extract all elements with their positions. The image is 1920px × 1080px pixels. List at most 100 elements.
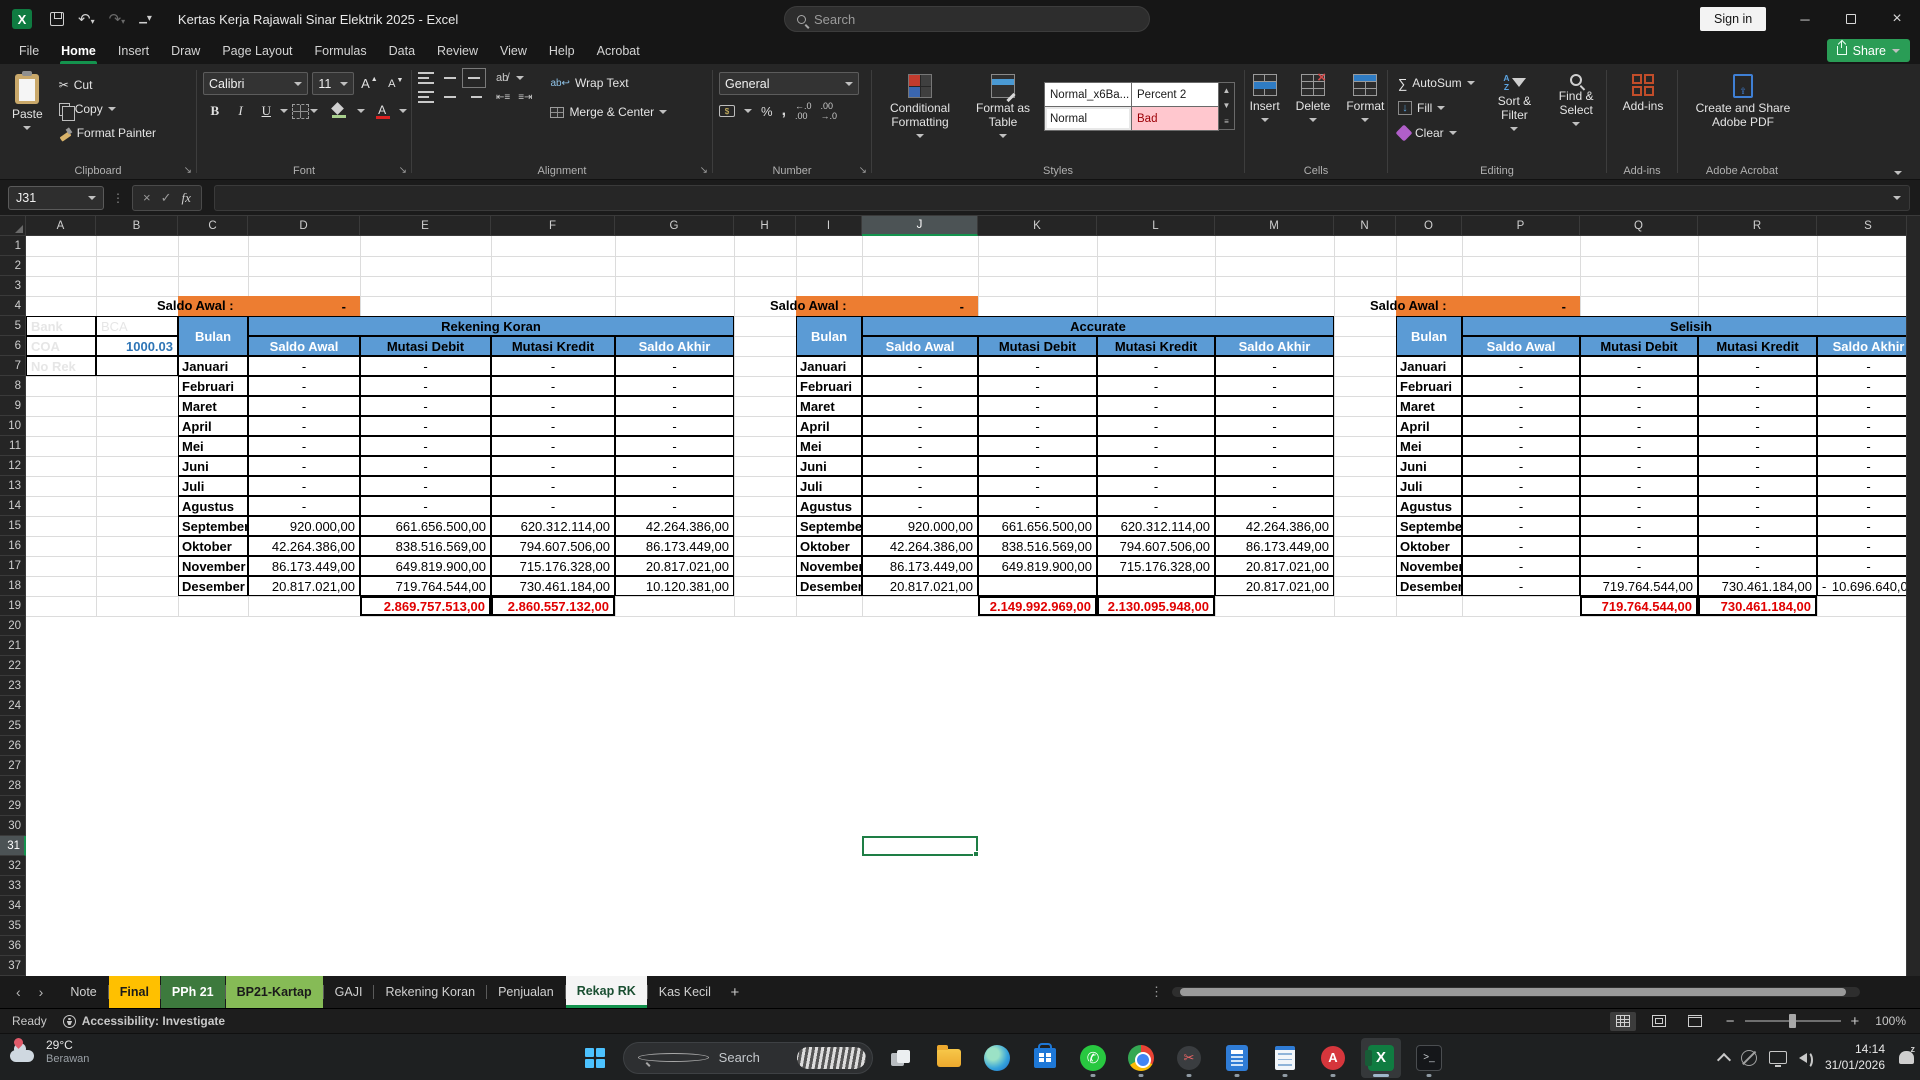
prev-sheet-icon[interactable]: ‹ bbox=[16, 984, 21, 1000]
cell-M7[interactable]: - bbox=[1215, 356, 1334, 376]
style-chip-normal[interactable]: Normal bbox=[1045, 107, 1131, 130]
decrease-indent-icon[interactable]: ⇤≡ bbox=[496, 92, 510, 103]
row-header-32[interactable]: 32 bbox=[0, 856, 26, 876]
column-header-mutasi-kredit-1[interactable]: Mutasi Kredit bbox=[491, 336, 615, 356]
add-sheet-button[interactable]: + bbox=[722, 976, 748, 1008]
cell-F17[interactable]: 715.176.328,00 bbox=[491, 556, 615, 576]
page-break-view-button[interactable] bbox=[1682, 1012, 1708, 1031]
cell-F18[interactable]: 730.461.184,00 bbox=[491, 576, 615, 596]
ribbon-tab-view[interactable]: View bbox=[489, 38, 538, 64]
cell-S16[interactable]: - bbox=[1817, 536, 1920, 556]
row-header-30[interactable]: 30 bbox=[0, 816, 26, 836]
horizontal-scrollbar-thumb[interactable] bbox=[1180, 988, 1846, 996]
cell-C11[interactable]: Mei bbox=[178, 436, 248, 456]
font-family-select[interactable]: Calibri bbox=[203, 72, 308, 95]
alignment-dialog-launcher[interactable]: ↘ bbox=[700, 165, 708, 176]
column-header-saldo-awal-1[interactable]: Saldo Awal bbox=[248, 336, 360, 356]
cell-Q14[interactable]: - bbox=[1580, 496, 1698, 516]
increase-decimal-icon[interactable]: ←.0.00 bbox=[795, 101, 812, 121]
cell-E8[interactable]: - bbox=[360, 376, 491, 396]
cell-I16[interactable]: Oktober bbox=[796, 536, 862, 556]
zoom-in-button[interactable]: + bbox=[1851, 1013, 1860, 1030]
cell-K15[interactable]: 661.656.500,00 bbox=[978, 516, 1097, 536]
row-header-10[interactable]: 10 bbox=[0, 416, 26, 436]
sheet-tab-rekap-rk[interactable]: Rekap RK bbox=[566, 976, 647, 1008]
autosum-button[interactable]: ∑AutoSum bbox=[1394, 72, 1479, 94]
cell-C14[interactable]: Agustus bbox=[178, 496, 248, 516]
cell-J17[interactable]: 86.173.449,00 bbox=[862, 556, 978, 576]
cell-K16[interactable]: 838.516.569,00 bbox=[978, 536, 1097, 556]
grow-font-button[interactable]: A▲ bbox=[358, 73, 380, 95]
cell-L9[interactable]: - bbox=[1097, 396, 1215, 416]
cell-E10[interactable]: - bbox=[360, 416, 491, 436]
cell-M11[interactable]: - bbox=[1215, 436, 1334, 456]
undo-button[interactable]: ↶▾ bbox=[78, 12, 95, 27]
cell-S14[interactable]: - bbox=[1817, 496, 1920, 516]
row-header-36[interactable]: 36 bbox=[0, 936, 26, 956]
cell-O16[interactable]: Oktober bbox=[1396, 536, 1462, 556]
column-header-saldo-awal-3[interactable]: Saldo Awal bbox=[1462, 336, 1580, 356]
borders-button[interactable] bbox=[290, 100, 320, 122]
accounting-format-icon[interactable]: $ bbox=[719, 105, 735, 117]
column-header-saldo-akhir-3[interactable]: Saldo Akhir bbox=[1817, 336, 1920, 356]
cell-G14[interactable]: - bbox=[615, 496, 734, 516]
cell-F9[interactable]: - bbox=[491, 396, 615, 416]
cell-S15[interactable]: - bbox=[1817, 516, 1920, 536]
cell-R10[interactable]: - bbox=[1698, 416, 1817, 436]
cell-D18[interactable]: 20.817.021,00 bbox=[248, 576, 360, 596]
copy-button[interactable]: Copy bbox=[55, 98, 160, 120]
cell-S9[interactable]: - bbox=[1817, 396, 1920, 416]
cell-D13[interactable]: - bbox=[248, 476, 360, 496]
merge-center-button[interactable]: Merge & Center bbox=[546, 101, 671, 123]
shrink-font-button[interactable]: A▼ bbox=[385, 73, 407, 95]
cell-D17[interactable]: 86.173.449,00 bbox=[248, 556, 360, 576]
bulan-header-3[interactable]: Bulan bbox=[1396, 316, 1462, 356]
addins-button[interactable]: Add-ins bbox=[1613, 70, 1673, 118]
table-title-1[interactable]: Rekening Koran bbox=[248, 316, 734, 336]
ribbon-tab-acrobat[interactable]: Acrobat bbox=[586, 38, 651, 64]
zoom-out-button[interactable]: − bbox=[1726, 1013, 1735, 1030]
row-header-33[interactable]: 33 bbox=[0, 876, 26, 896]
clipboard-dialog-launcher[interactable]: ↘ bbox=[184, 165, 192, 176]
cell-M10[interactable]: - bbox=[1215, 416, 1334, 436]
total-kredit-2[interactable]: 2.130.095.948,00 bbox=[1097, 596, 1215, 616]
cell-K18[interactable] bbox=[978, 576, 1097, 596]
conditional-formatting-button[interactable]: Conditional Formatting bbox=[878, 70, 962, 142]
cell-J13[interactable]: - bbox=[862, 476, 978, 496]
row-header-1[interactable]: 1 bbox=[0, 236, 26, 256]
cell-P8[interactable]: - bbox=[1462, 376, 1580, 396]
normal-view-button[interactable] bbox=[1610, 1012, 1636, 1031]
cell-Q10[interactable]: - bbox=[1580, 416, 1698, 436]
cell-G11[interactable]: - bbox=[615, 436, 734, 456]
cell-J15[interactable]: 920.000,00 bbox=[862, 516, 978, 536]
cell-F7[interactable]: - bbox=[491, 356, 615, 376]
cell-E7[interactable]: - bbox=[360, 356, 491, 376]
column-header-I[interactable]: I bbox=[796, 216, 862, 236]
cell-J8[interactable]: - bbox=[862, 376, 978, 396]
cell-R12[interactable]: - bbox=[1698, 456, 1817, 476]
orientation-icon[interactable]: ab̸ bbox=[496, 72, 508, 84]
cell-G16[interactable]: 86.173.449,00 bbox=[615, 536, 734, 556]
cell-J9[interactable]: - bbox=[862, 396, 978, 416]
cell-E14[interactable]: - bbox=[360, 496, 491, 516]
row-header-27[interactable]: 27 bbox=[0, 756, 26, 776]
cell-R16[interactable]: - bbox=[1698, 536, 1817, 556]
excel-taskbar-button[interactable]: X bbox=[1361, 1038, 1401, 1078]
cut-button[interactable]: ✂Cut bbox=[55, 74, 160, 96]
microsoft-store-button[interactable] bbox=[1025, 1038, 1065, 1078]
row-header-16[interactable]: 16 bbox=[0, 536, 26, 556]
style-chip-bad[interactable]: Bad bbox=[1132, 107, 1218, 130]
cell-L8[interactable]: - bbox=[1097, 376, 1215, 396]
column-header-B[interactable]: B bbox=[96, 216, 178, 236]
fill-button[interactable]: ↓Fill bbox=[1394, 97, 1479, 119]
total-debit-3[interactable]: 719.764.544,00 bbox=[1580, 596, 1698, 616]
info-label-coa[interactable]: COA bbox=[26, 336, 96, 356]
sheet-tab-gaji[interactable]: GAJI bbox=[324, 976, 374, 1008]
paste-button[interactable]: Paste bbox=[6, 70, 49, 144]
column-header-mutasi-kredit-2[interactable]: Mutasi Kredit bbox=[1097, 336, 1215, 356]
column-header-A[interactable]: A bbox=[26, 216, 96, 236]
cell-L7[interactable]: - bbox=[1097, 356, 1215, 376]
cell-M15[interactable]: 42.264.386,00 bbox=[1215, 516, 1334, 536]
cell-I17[interactable]: November bbox=[796, 556, 862, 576]
cell-Q9[interactable]: - bbox=[1580, 396, 1698, 416]
